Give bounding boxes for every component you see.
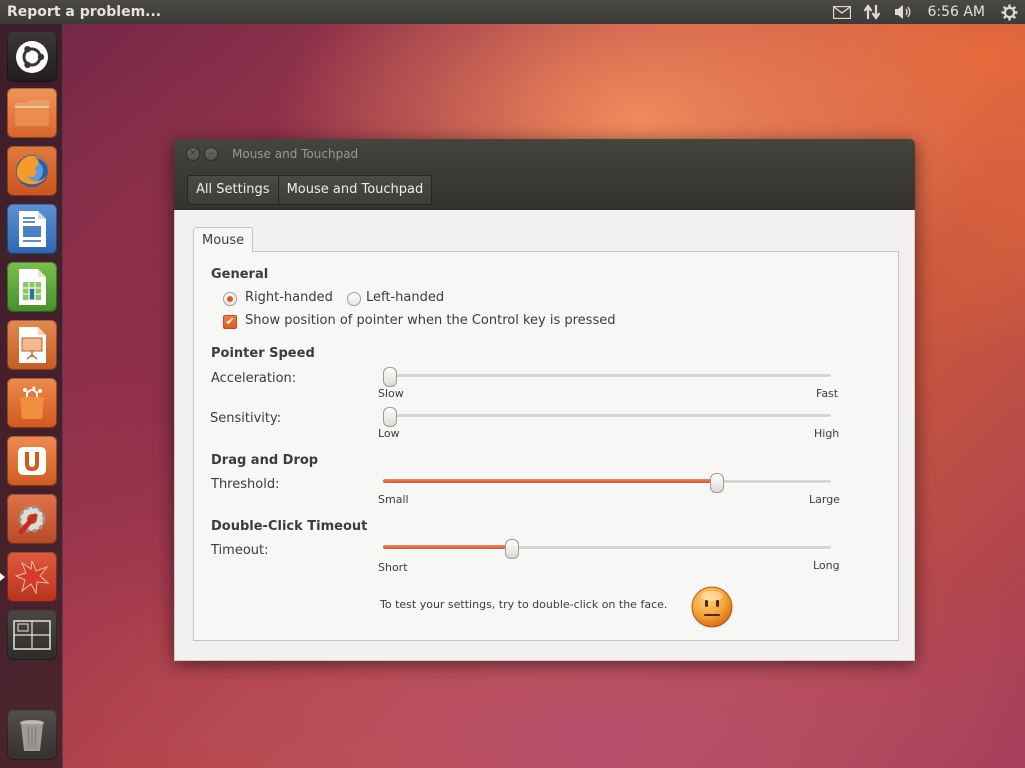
left-handed-label[interactable]: Left-handed: [366, 290, 444, 305]
settings-gear-icon[interactable]: [995, 0, 1025, 24]
launcher-software-center[interactable]: [7, 378, 57, 428]
threshold-min-label: Small: [378, 493, 409, 506]
ubuntu-logo-icon: [15, 40, 49, 74]
launcher-trash[interactable]: [7, 710, 57, 760]
launcher-apport[interactable]: [7, 552, 57, 602]
crash-report-icon: [14, 559, 50, 595]
minimize-icon[interactable]: –: [204, 147, 218, 161]
slider-fill: [383, 545, 511, 549]
timeout-label: Timeout:: [211, 543, 269, 558]
network-icon[interactable]: [857, 0, 887, 24]
general-heading: General: [211, 267, 269, 282]
settings-window: ✕ – Mouse and Touchpad All Settings Mous…: [174, 139, 915, 661]
close-icon[interactable]: ✕: [186, 147, 200, 161]
show-pointer-label[interactable]: Show position of pointer when the Contro…: [245, 313, 615, 328]
top-panel: Report a problem... 6:56 AM: [0, 0, 1025, 24]
folder-icon: [13, 97, 51, 129]
ubuntu-one-icon: [15, 444, 49, 478]
workspaces-icon: [13, 620, 51, 650]
launcher-firefox[interactable]: [7, 146, 57, 196]
shopping-bag-icon: [14, 385, 50, 421]
acceleration-slider[interactable]: [383, 366, 831, 387]
launcher-files[interactable]: [7, 88, 57, 138]
launcher-ubuntu-one[interactable]: [7, 436, 57, 486]
running-indicator: [0, 573, 5, 581]
sensitivity-max-label: High: [814, 427, 840, 440]
slider-fill: [383, 479, 716, 483]
breadcrumb: All Settings Mouse and Touchpad: [187, 175, 433, 205]
window-toolbar: All Settings Mouse and Touchpad: [174, 171, 915, 210]
breadcrumb-all-settings[interactable]: All Settings: [188, 176, 278, 204]
launcher: [0, 24, 63, 768]
right-handed-label[interactable]: Right-handed: [245, 290, 333, 305]
window-content: Mouse General Right-handed Left-handed ✔…: [174, 210, 915, 661]
right-handed-radio[interactable]: [223, 292, 237, 306]
launcher-impress[interactable]: [7, 320, 57, 370]
indicator-area: 6:56 AM: [827, 0, 1025, 24]
left-handed-radio[interactable]: [347, 292, 361, 306]
sensitivity-label: Sensitivity:: [210, 411, 282, 426]
impress-presentation-icon: [16, 326, 48, 364]
threshold-label: Threshold:: [211, 477, 280, 492]
trash-icon: [17, 717, 47, 753]
dash-home-button[interactable]: [7, 32, 57, 82]
threshold-max-label: Large: [809, 493, 840, 506]
writer-document-icon: [16, 210, 48, 248]
calc-spreadsheet-icon: [16, 268, 48, 306]
active-app-title[interactable]: Report a problem...: [0, 4, 161, 20]
sensitivity-min-label: Low: [378, 427, 400, 440]
mouse-panel: General Right-handed Left-handed ✔ Show …: [193, 251, 899, 641]
double-click-heading: Double-Click Timeout: [211, 519, 368, 534]
double-click-test-text: To test your settings, try to double-cli…: [380, 598, 668, 611]
timeout-max-label: Long: [813, 559, 840, 572]
slider-handle[interactable]: [505, 539, 519, 559]
timeout-min-label: Short: [378, 561, 408, 574]
threshold-slider[interactable]: [383, 472, 831, 493]
slider-trough: [383, 374, 831, 377]
slider-handle[interactable]: [383, 407, 397, 427]
clock[interactable]: 6:56 AM: [919, 4, 995, 20]
breadcrumb-mouse-touchpad[interactable]: Mouse and Touchpad: [277, 176, 432, 204]
double-click-face-icon[interactable]: [690, 585, 734, 633]
acceleration-min-label: Slow: [378, 387, 404, 400]
firefox-icon: [13, 152, 51, 190]
show-pointer-checkbox[interactable]: ✔: [223, 315, 237, 329]
mail-icon[interactable]: [827, 0, 857, 24]
acceleration-max-label: Fast: [816, 387, 839, 400]
slider-handle[interactable]: [710, 473, 724, 493]
launcher-calc[interactable]: [7, 262, 57, 312]
settings-wrench-icon: [13, 500, 51, 538]
volume-icon[interactable]: [887, 0, 919, 24]
tab-mouse[interactable]: Mouse: [193, 227, 254, 252]
window-title: Mouse and Touchpad: [232, 147, 359, 161]
slider-trough: [383, 414, 831, 417]
launcher-workspace-switcher[interactable]: [7, 610, 57, 660]
timeout-slider[interactable]: [383, 538, 831, 559]
window-titlebar[interactable]: ✕ – Mouse and Touchpad: [174, 139, 915, 171]
launcher-writer[interactable]: [7, 204, 57, 254]
drag-drop-heading: Drag and Drop: [211, 453, 319, 468]
sensitivity-slider[interactable]: [383, 406, 831, 427]
pointer-speed-heading: Pointer Speed: [211, 346, 315, 361]
launcher-system-settings[interactable]: [7, 494, 57, 544]
acceleration-label: Acceleration:: [211, 371, 297, 386]
slider-handle[interactable]: [383, 367, 397, 387]
